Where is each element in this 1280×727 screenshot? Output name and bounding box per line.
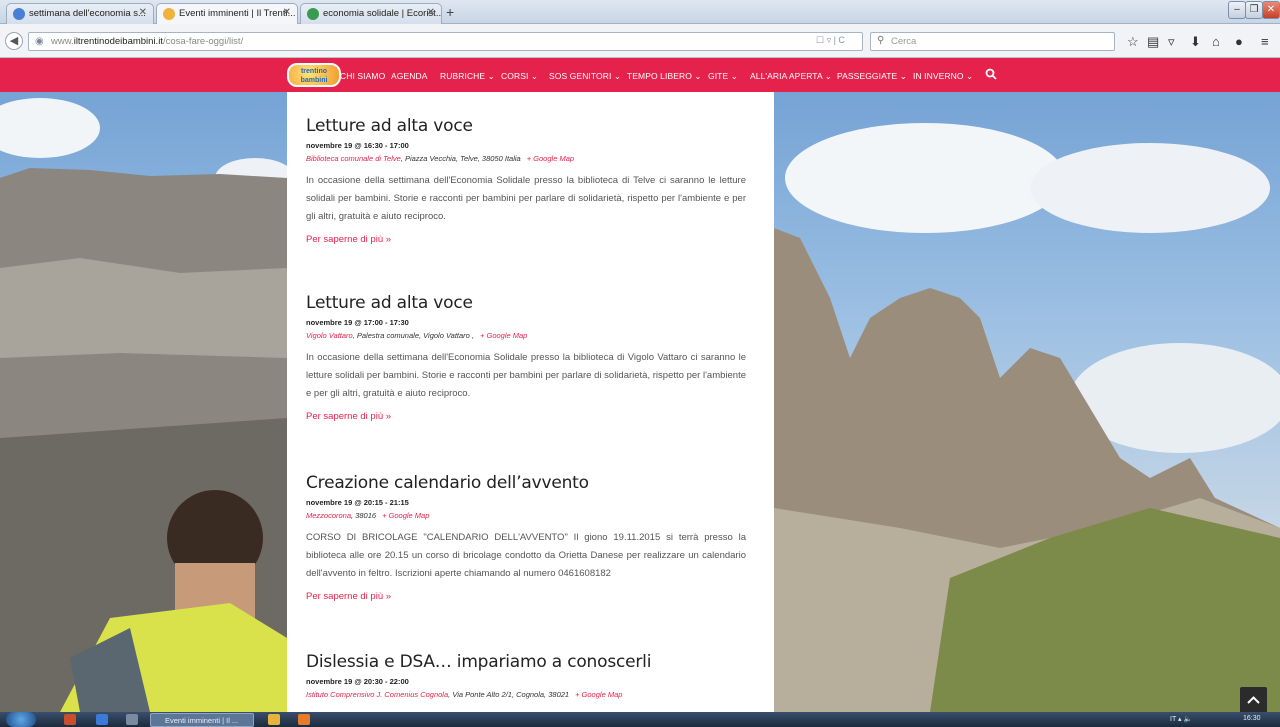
maximize-button[interactable]: ❐ [1245,1,1263,19]
search-placeholder: Cerca [891,36,917,47]
menu-item-passeggiate[interactable]: PASSEGGIATE ⌄ [837,71,907,82]
read-more-link[interactable]: Per saperne di più » [306,234,391,245]
event-date: novembre 19 @ 20:15 - 21:15 [306,498,409,507]
menu-item-rubriche[interactable]: RUBRICHE ⌄ [440,71,495,82]
site-main-menu: trentino bambini CHI SIAMO AGENDA RUBRIC… [0,58,1280,92]
bookmark-star-icon[interactable]: ☆ [1127,35,1139,48]
close-tab-icon[interactable]: ✕ [139,7,147,18]
google-map-link[interactable]: + Google Map [382,511,429,520]
search-input[interactable]: ⚲ Cerca [870,32,1115,51]
tab-economia-solidale[interactable]: economia solidale | Ecorist... ✕ [300,3,442,24]
menu-item-sos-genitori[interactable]: SOS GENITORI ⌄ [549,71,621,82]
new-tab-button[interactable]: + [446,4,454,20]
tab-label: economia solidale | Ecorist... [323,8,442,19]
ecorist-icon [307,8,319,20]
tab-label: settimana dell'economia s... [29,8,146,19]
event-venue: Istituto Comprensivo J. Comenius Cognola… [306,690,746,699]
url-domain: iltrentinodeibambini.it [73,36,163,47]
windows-taskbar: Eventi imminenti | Il ... IT ▴ 🔈 16:30 [0,712,1280,727]
event-description: CORSO DI BRICOLAGE "CALENDARIO DELL'AVVE… [306,532,746,579]
tab-google-search[interactable]: settimana dell'economia s... ✕ [6,3,154,24]
url-prefix: www. [51,36,74,47]
tab-label: Eventi imminenti | Il Trenti... [179,8,296,19]
explorer-icon[interactable] [126,714,138,725]
tab-strip: settimana dell'economia s... ✕ Eventi im… [0,0,1280,25]
venue-address: , 38016 [351,511,377,520]
close-tab-icon[interactable]: ✕ [283,7,291,18]
home-icon[interactable]: ⌂ [1212,35,1220,48]
scroll-to-top-button[interactable] [1240,687,1267,712]
google-map-link[interactable]: + Google Map [527,154,574,163]
menu-hamburger-icon[interactable]: ≡ [1261,35,1269,48]
chat-icon[interactable]: ● [1235,35,1243,48]
menu-item-aria-aperta[interactable]: ALL'ARIA APERTA ⌄ [750,71,832,82]
firefox-icon[interactable] [298,714,310,725]
event-venue: Mezzocorona, 38016 + Google Map [306,511,746,520]
clock: 16:30 [1243,715,1261,722]
google-map-link[interactable]: + Google Map [575,690,622,699]
site-identity-icon[interactable]: ◉ [35,36,44,47]
menu-item-tempo-libero[interactable]: TEMPO LIBERO ⌄ [627,71,702,82]
site-logo[interactable]: trentino bambini [287,63,341,87]
event-venue: Biblioteca comunale di Telve, Piazza Vec… [306,154,746,163]
menu-item-in-inverno[interactable]: IN INVERNO ⌄ [913,71,973,82]
media-player-icon[interactable] [64,714,76,725]
event-date: novembre 19 @ 17:00 - 17:30 [306,318,409,327]
venue-address: , Piazza Vecchia, Telve, 38050 Italia [400,154,521,163]
menu-item-corsi[interactable]: CORSI ⌄ [501,71,538,82]
event-date: novembre 19 @ 20:30 - 22:00 [306,677,409,686]
menu-item-chi-siamo[interactable]: CHI SIAMO [340,71,385,81]
search-icon[interactable] [985,68,997,80]
venue-link[interactable]: Vigolo Vattaro [306,331,353,340]
event-date: novembre 19 @ 16:30 - 17:00 [306,141,409,150]
venue-address: , Palestra comunale, Vigolo Vattaro , [352,331,475,340]
google-map-link[interactable]: + Google Map [480,331,527,340]
navigation-toolbar: ◀ ◉ www.iltrentinodeibambini.it/cosa-far… [0,24,1280,58]
event-item: Letture ad alta voce novembre 19 @ 17:00… [306,293,746,424]
minimize-button[interactable]: – [1228,1,1246,19]
ie-icon[interactable] [96,714,108,725]
search-icon: ⚲ [877,35,885,46]
event-item: Dislessia e DSA… impariamo a conoscerli … [306,652,746,699]
reload-button[interactable]: ☐ ▿ | C [816,35,845,46]
read-more-link[interactable]: Per saperne di più » [306,411,391,422]
web-page: trentino bambini CHI SIAMO AGENDA RUBRIC… [0,58,1280,712]
menu-item-gite[interactable]: GITE ⌄ [708,71,738,82]
url-path: /cosa-fare-oggi/list/ [162,36,244,47]
event-title[interactable]: Letture ad alta voce [306,116,746,136]
taskbar-firefox-window[interactable]: Eventi imminenti | Il ... [150,713,254,727]
event-item: Creazione calendario dell’avvento novemb… [306,473,746,604]
event-item: Letture ad alta voce novembre 19 @ 16:30… [306,116,746,247]
event-description: In occasione della settimana dell'Econom… [306,352,746,399]
back-button[interactable]: ◀ [5,32,23,50]
event-list: Letture ad alta voce novembre 19 @ 16:30… [287,92,774,712]
address-bar[interactable]: ◉ www.iltrentinodeibambini.it/cosa-fare-… [28,32,863,51]
event-title[interactable]: Letture ad alta voce [306,293,746,313]
tab-eventi-imminenti[interactable]: Eventi imminenti | Il Trenti... ✕ [156,3,298,25]
folder-icon[interactable] [268,714,280,725]
event-title[interactable]: Creazione calendario dell’avvento [306,473,746,493]
start-button[interactable] [6,712,36,727]
menu-item-agenda[interactable]: AGENDA [391,71,428,81]
pocket-icon[interactable]: ▿ [1168,35,1175,48]
venue-address: , Via Ponte Alto 2/1, Cognola, 38021 [448,690,570,699]
site-icon [163,8,175,20]
close-window-button[interactable]: ✕ [1262,1,1280,19]
system-tray[interactable]: IT ▴ 🔈 [1170,715,1192,723]
chevron-up-icon [1247,696,1260,704]
close-tab-icon[interactable]: ✕ [427,7,435,18]
google-icon [13,8,25,20]
reading-list-icon[interactable]: ▤ [1147,35,1159,48]
event-description: In occasione della settimana dell'Econom… [306,175,746,222]
download-icon[interactable]: ⬇ [1190,35,1201,48]
event-title[interactable]: Dislessia e DSA… impariamo a conoscerli [306,652,746,672]
venue-link[interactable]: Biblioteca comunale di Telve [306,154,401,163]
read-more-link[interactable]: Per saperne di più » [306,591,391,602]
venue-link[interactable]: Mezzocorona [306,511,351,520]
venue-link[interactable]: Istituto Comprensivo J. Comenius Cognola [306,690,448,699]
event-venue: Vigolo Vattaro, Palestra comunale, Vigol… [306,331,746,340]
